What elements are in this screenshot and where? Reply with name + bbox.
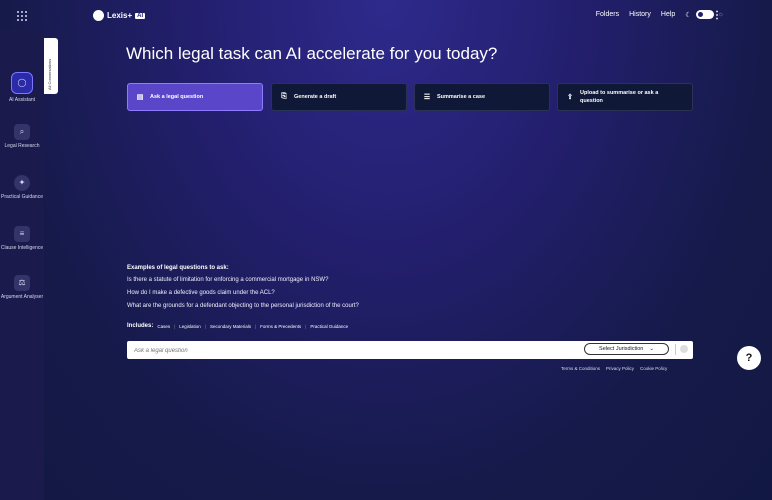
sidebar-item-legal-research[interactable]: ⌕ Legal Research <box>0 124 44 149</box>
divider: | <box>305 323 307 329</box>
logo-icon <box>93 10 104 21</box>
upload-icon: ⇪ <box>567 94 573 101</box>
chat-bubble-icon: ◯ <box>11 72 33 94</box>
conversations-tab-label: All Conversations <box>47 58 52 90</box>
more-options-icon[interactable]: ⋮ <box>712 10 722 21</box>
includes-label: Includes: <box>127 323 154 329</box>
nav-help[interactable]: Help <box>661 11 675 18</box>
search-document-icon: ⌕ <box>14 124 30 140</box>
lexis-logo[interactable]: Lexis+ AI <box>93 10 146 21</box>
list-icon: ☰ <box>423 94 431 101</box>
nav-folders[interactable]: Folders <box>596 11 619 18</box>
sidebar-item-label: AI Assistant <box>8 97 36 103</box>
help-button[interactable]: ? <box>737 346 761 370</box>
divider: | <box>204 323 206 329</box>
divider <box>675 344 676 355</box>
chat-icon: ▤ <box>136 94 144 101</box>
sidebar-item-practical-guidance[interactable]: ✦ Practical Guidance <box>0 175 44 200</box>
toggle-switch[interactable] <box>695 10 714 19</box>
ask-question-input[interactable] <box>132 343 576 359</box>
draft-icon: ⎘ <box>281 93 287 100</box>
top-bar: Lexis+ AI Folders History Help ☾ ☼ ⋮ <box>0 0 772 30</box>
includes-item: Cases <box>157 323 171 329</box>
cookie-link[interactable]: Cookie Policy <box>640 366 667 371</box>
task-ask-question-button[interactable]: ▤ Ask a legal question <box>127 83 263 111</box>
terms-link[interactable]: Terms & Conditions <box>561 366 600 371</box>
example-question[interactable]: Is there a statute of limitation for enf… <box>127 277 359 283</box>
divider: | <box>174 323 176 329</box>
task-label: Summarise a case <box>437 94 486 100</box>
document-sparkle-icon: ≡ <box>14 226 30 242</box>
privacy-link[interactable]: Privacy Policy <box>606 366 634 371</box>
footer-links: Terms & Conditions Privacy Policy Cookie… <box>561 366 667 371</box>
task-label: Generate a draft <box>294 94 337 100</box>
sidebar-item-clause-intelligence[interactable]: ≡ Clause Intelligence <box>0 226 44 251</box>
includes-item: Legislation <box>179 323 201 329</box>
sidebar-item-label: Practical Guidance <box>1 194 43 200</box>
task-label: Upload to summarise or ask a question <box>580 90 659 104</box>
sidebar-item-label: Legal Research <box>4 143 40 149</box>
sidebar-item-argument-analyser[interactable]: ⚖ Argument Analyser <box>0 275 44 300</box>
chevron-down-icon: ⌄ <box>649 346 654 352</box>
task-label: Ask a legal question <box>150 94 204 100</box>
examples-section: Examples of legal questions to ask: Is t… <box>127 265 359 316</box>
includes-item: Secondary Materials <box>209 323 251 329</box>
gavel-icon: ⚖ <box>14 275 30 291</box>
includes-item: Practical Guidance <box>310 323 349 329</box>
nav-history[interactable]: History <box>629 11 651 18</box>
sidebar: ◯ AI Assistant ⌕ Legal Research ✦ Practi… <box>0 30 44 500</box>
page-title: Which legal task can AI accelerate for y… <box>126 44 498 63</box>
apps-grid-icon[interactable] <box>16 10 28 22</box>
all-conversations-tab[interactable]: All Conversations <box>44 38 58 94</box>
brand-ai-badge: AI <box>135 12 146 19</box>
task-generate-draft-button[interactable]: ⎘ Generate a draft <box>271 83 407 111</box>
task-upload-button[interactable]: ⇪ Upload to summarise or ask a question <box>557 83 693 111</box>
example-question[interactable]: What are the grounds for a defendant obj… <box>127 303 359 309</box>
task-summarise-case-button[interactable]: ☰ Summarise a case <box>414 83 550 111</box>
examples-title: Examples of legal questions to ask: <box>127 265 229 271</box>
sidebar-item-label: Clause Intelligence <box>0 245 44 251</box>
brand-name: Lexis+ <box>107 11 133 20</box>
divider: | <box>255 323 257 329</box>
includes-list: Includes: Cases | Legislation | Secondar… <box>127 323 348 329</box>
send-icon[interactable] <box>680 345 688 353</box>
select-jurisdiction-button[interactable]: Select Jurisdiction ⌄ <box>584 343 669 355</box>
jurisdiction-label: Select Jurisdiction <box>599 346 644 352</box>
ask-bar: Select Jurisdiction ⌄ <box>127 341 693 359</box>
includes-item: Forms & Precedents <box>260 323 302 329</box>
sidebar-item-label: Argument Analyser <box>0 294 44 300</box>
example-question[interactable]: How do I make a defective goods claim un… <box>127 290 359 296</box>
compass-icon: ✦ <box>14 175 30 191</box>
sidebar-item-ai-assistant[interactable]: ◯ AI Assistant <box>0 72 44 103</box>
moon-icon: ☾ <box>685 11 692 19</box>
